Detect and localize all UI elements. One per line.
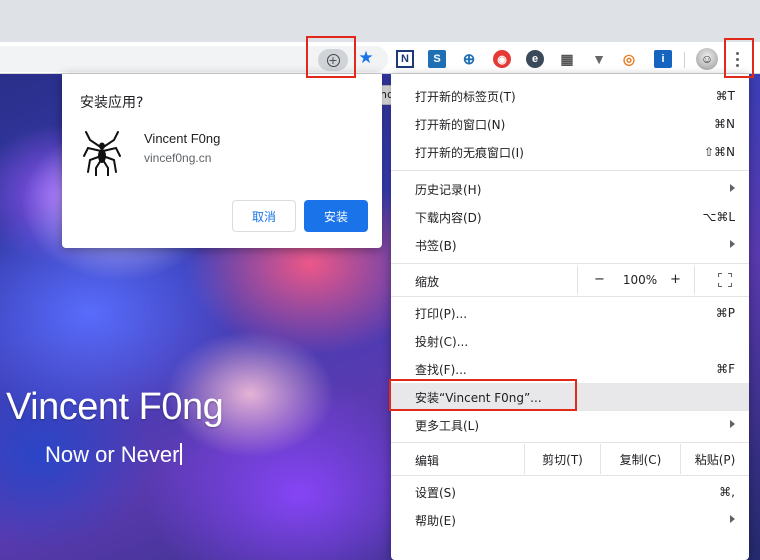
menu-item-label: 书签(B) xyxy=(415,238,457,253)
menu-item-label: 投射(C)... xyxy=(415,334,469,349)
menu-item-new-incognito[interactable]: 打开新的无痕窗口(I) ⇧⌘N xyxy=(391,138,749,166)
extension-rss-icon[interactable]: ◎ xyxy=(620,50,638,68)
menu-item-shortcut: ⇧⌘N xyxy=(703,145,735,159)
toolbar-divider xyxy=(684,52,685,68)
cut-button[interactable]: 剪切(T) xyxy=(524,444,600,474)
menu-item-downloads[interactable]: 下载内容(D) ⌥⌘L xyxy=(391,203,749,231)
zoom-controls: − 100% + xyxy=(577,266,749,294)
fullscreen-icon[interactable] xyxy=(718,273,732,287)
menu-item-label: 下载内容(D) xyxy=(415,210,482,225)
menu-separator xyxy=(391,442,749,443)
tab-strip xyxy=(0,0,760,42)
submenu-arrow-icon xyxy=(730,515,735,523)
menu-item-shortcut: ⌥⌘L xyxy=(702,210,735,224)
menu-item-new-tab[interactable]: 打开新的标签页(T) ⌘T xyxy=(391,82,749,110)
menu-item-history[interactable]: 历史记录(H) xyxy=(391,175,749,203)
menu-item-label: 查找(F)... xyxy=(415,362,467,377)
dot-icon xyxy=(735,63,739,67)
dot-icon xyxy=(735,57,739,61)
menu-separator xyxy=(391,170,749,171)
hero-title: Vincent F0ng xyxy=(6,386,224,428)
menu-item-install-app[interactable]: 安装“Vincent F0ng”... xyxy=(391,383,749,411)
menu-separator xyxy=(391,475,749,476)
extension-e-icon[interactable]: e xyxy=(526,50,544,68)
menu-item-help[interactable]: 帮助(E) xyxy=(391,506,749,534)
menu-item-cast[interactable]: 投射(C)... xyxy=(391,327,749,355)
cancel-button[interactable]: 取消 xyxy=(232,200,296,232)
menu-item-print[interactable]: 打印(P)... ⌘P xyxy=(391,299,749,327)
install-button[interactable]: 安装 xyxy=(304,200,368,232)
extension-grid-icon[interactable]: ▦ xyxy=(558,50,576,68)
menu-zoom-row: 缩放 − 100% + xyxy=(391,266,749,294)
submenu-arrow-icon xyxy=(730,420,735,428)
dialog-title: 安装应用? xyxy=(80,95,144,111)
hero-subtitle: Now or Never xyxy=(45,442,183,468)
extension-red-icon[interactable]: ◉ xyxy=(493,50,511,68)
browser-toolbar: + ★ N S ⊕ ◉ e ▦ ▼ ◎ i ☺ xyxy=(0,42,760,74)
menu-item-shortcut: ⌘, xyxy=(719,485,735,499)
menu-item-label: 打开新的窗口(N) xyxy=(415,117,506,132)
menu-item-shortcut: ⌘N xyxy=(714,117,735,131)
edit-label: 编辑 xyxy=(415,454,440,468)
plus-circle-icon: + xyxy=(326,53,340,67)
menu-separator xyxy=(391,263,749,264)
extension-n-icon[interactable]: N xyxy=(396,50,414,68)
menu-item-bookmarks[interactable]: 书签(B) xyxy=(391,231,749,259)
menu-separator xyxy=(391,296,749,297)
zoom-out-button[interactable]: − xyxy=(594,272,605,287)
menu-edit-row: 编辑 剪切(T) 复制(C) 粘贴(P) xyxy=(391,444,749,474)
dialog-app-url: vincef0ng.cn xyxy=(144,151,212,165)
hero-subtitle-text: Now or Never xyxy=(45,442,180,467)
paste-button[interactable]: 粘贴(P) xyxy=(680,444,749,474)
zoom-divider xyxy=(694,266,695,294)
menu-item-more-tools[interactable]: 更多工具(L) xyxy=(391,411,749,439)
dialog-app-name: Vincent F0ng xyxy=(144,131,221,146)
profile-avatar[interactable]: ☺ xyxy=(696,48,718,70)
menu-item-label: 安装“Vincent F0ng”... xyxy=(415,390,542,405)
menu-item-label: 设置(S) xyxy=(415,485,456,500)
bookmark-star-icon[interactable]: ★ xyxy=(356,48,376,68)
menu-item-shortcut: ⌘F xyxy=(716,362,735,376)
menu-item-label: 历史记录(H) xyxy=(415,182,482,197)
menu-item-label: 打印(P)... xyxy=(415,306,468,321)
menu-item-shortcut: ⌘T xyxy=(715,89,735,103)
extension-s-icon[interactable]: S xyxy=(428,50,446,68)
install-app-dialog: 安装应用? Vincent F0ng vincef0ng.cn 取消 安装 xyxy=(62,74,382,248)
install-app-button[interactable]: + xyxy=(318,49,348,71)
extension-v-icon[interactable]: ▼ xyxy=(590,50,608,68)
menu-item-label: 更多工具(L) xyxy=(415,418,480,433)
menu-item-label: 打开新的无痕窗口(I) xyxy=(415,145,524,160)
menu-item-label: 帮助(E) xyxy=(415,513,456,528)
copy-button[interactable]: 复制(C) xyxy=(600,444,680,474)
zoom-in-button[interactable]: + xyxy=(670,272,681,287)
text-cursor xyxy=(180,443,183,465)
menu-item-find[interactable]: 查找(F)... ⌘F xyxy=(391,355,749,383)
zoom-label: 缩放 xyxy=(415,275,440,289)
menu-item-shortcut: ⌘P xyxy=(715,306,735,320)
menu-item-new-window[interactable]: 打开新的窗口(N) ⌘N xyxy=(391,110,749,138)
dot-icon xyxy=(735,51,739,55)
chrome-main-menu: 打开新的标签页(T) ⌘T 打开新的窗口(N) ⌘N 打开新的无痕窗口(I) ⇧… xyxy=(391,74,749,560)
extension-globe-icon[interactable]: ⊕ xyxy=(460,50,478,68)
menu-item-settings[interactable]: 设置(S) ⌘, xyxy=(391,478,749,506)
spider-logo-icon xyxy=(83,131,121,176)
menu-item-label: 打开新的标签页(T) xyxy=(415,89,516,104)
extension-i-icon[interactable]: i xyxy=(654,50,672,68)
zoom-level: 100% xyxy=(622,273,658,287)
chrome-menu-button[interactable] xyxy=(728,49,746,69)
submenu-arrow-icon xyxy=(730,240,735,248)
submenu-arrow-icon xyxy=(730,184,735,192)
